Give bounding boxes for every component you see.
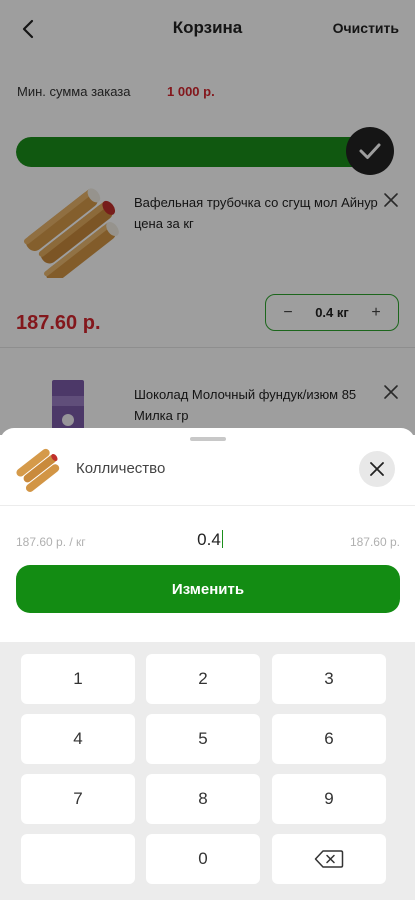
key-3[interactable]: 3 [272, 654, 386, 704]
product-thumbnail [15, 446, 61, 492]
quantity-sheet: Колличество 187.60 р. / кг 0.4 187.60 р.… [0, 428, 415, 900]
backspace-icon [314, 850, 344, 868]
numeric-keypad: 1 2 3 4 5 6 7 8 9 0 [0, 642, 415, 900]
key-9[interactable]: 9 [272, 774, 386, 824]
unit-price: 187.60 р. / кг [16, 535, 86, 549]
sheet-title: Колличество [76, 460, 166, 477]
close-icon [370, 462, 384, 476]
key-empty [21, 834, 135, 884]
text-caret [221, 530, 223, 548]
divider [0, 505, 415, 506]
close-sheet-button[interactable] [359, 451, 395, 487]
key-8[interactable]: 8 [146, 774, 260, 824]
total-price: 187.60 р. [349, 535, 400, 549]
modal-overlay[interactable] [0, 0, 415, 435]
key-7[interactable]: 7 [21, 774, 135, 824]
key-0[interactable]: 0 [146, 834, 260, 884]
key-2[interactable]: 2 [146, 654, 260, 704]
key-6[interactable]: 6 [272, 714, 386, 764]
key-4[interactable]: 4 [21, 714, 135, 764]
cart-screen: Корзина Очистить Мин. сумма заказа 1 000… [0, 0, 415, 435]
quantity-input[interactable]: 0.4 [150, 530, 270, 550]
quantity-input-value: 0.4 [197, 530, 221, 549]
sheet-grabber[interactable] [190, 437, 226, 441]
key-backspace[interactable] [272, 834, 386, 884]
key-5[interactable]: 5 [146, 714, 260, 764]
change-button[interactable]: Изменить [16, 565, 400, 613]
key-1[interactable]: 1 [21, 654, 135, 704]
